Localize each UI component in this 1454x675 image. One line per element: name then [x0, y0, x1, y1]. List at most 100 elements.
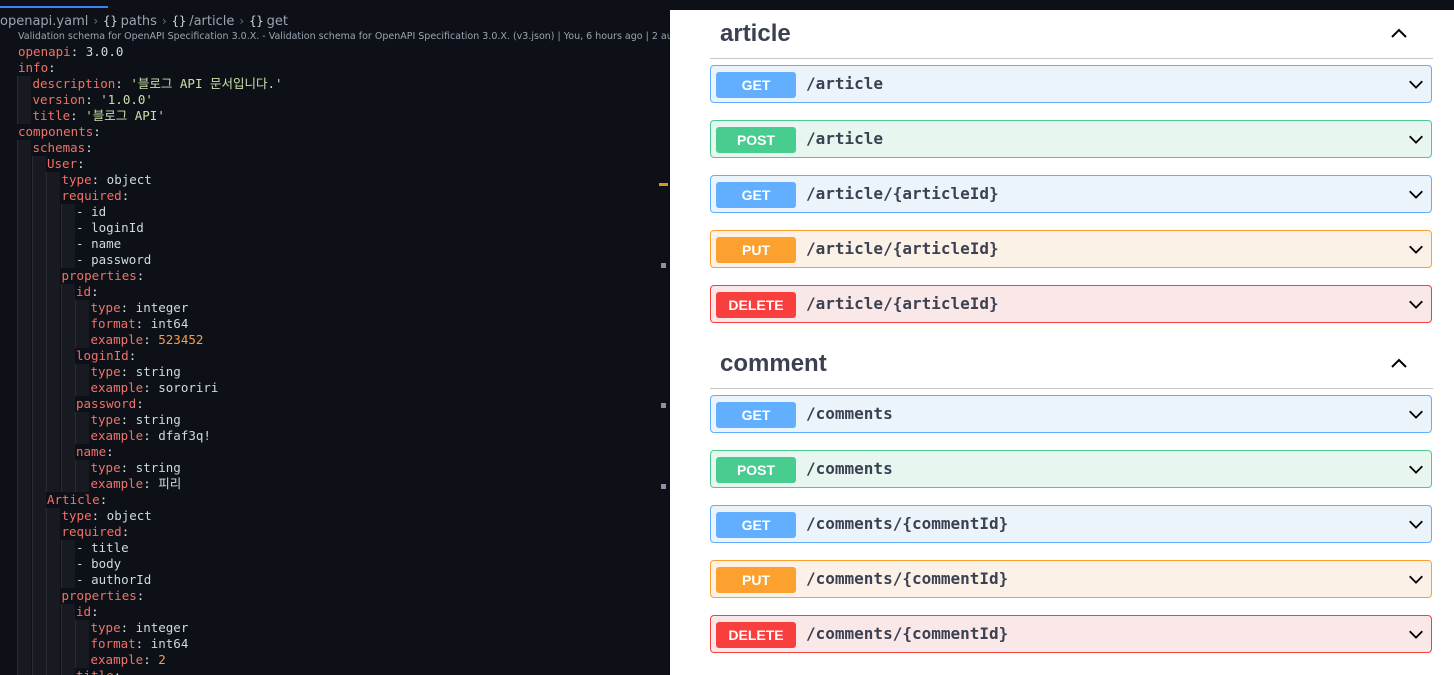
chevron-up-icon[interactable] [1389, 24, 1409, 44]
code-line: User: [0, 156, 670, 172]
chevron-down-icon[interactable] [1407, 240, 1425, 258]
indent-guide [31, 300, 46, 316]
code-text: - id [76, 204, 107, 219]
yaml-value: '블로그 API' [85, 108, 165, 123]
yaml-value: integer [135, 300, 189, 315]
indent-guide [46, 604, 60, 620]
breadcrumb-article[interactable]: /article [189, 14, 234, 29]
indent-guide [31, 652, 46, 668]
operation-put-row[interactable]: PUT/article/{articleId} [710, 230, 1432, 268]
indent-guide [31, 284, 46, 300]
chevron-down-icon[interactable] [1407, 75, 1425, 93]
chevron-up-icon[interactable] [1389, 354, 1409, 374]
yaml-key: schemas [32, 140, 86, 155]
chevron-down-icon[interactable] [1407, 405, 1425, 423]
yaml-value: object [106, 508, 152, 523]
code-text: properties: [61, 268, 145, 283]
indent-guide [17, 492, 31, 508]
indent-guide [31, 316, 46, 332]
tag-section-header-article[interactable]: article [710, 10, 1433, 59]
operation-put-row[interactable]: PUT/comments/{commentId} [710, 560, 1432, 598]
indent-guide [17, 76, 31, 92]
chevron-down-icon[interactable] [1407, 295, 1425, 313]
http-method-badge: DELETE [716, 622, 796, 648]
indent-guide [31, 668, 46, 675]
operation-path: /article [806, 74, 884, 93]
indent-guide [31, 588, 46, 604]
chevron-down-icon[interactable] [1407, 185, 1425, 203]
braces-icon: {} [249, 14, 264, 28]
indent-guide [46, 252, 60, 268]
tag-section-header-comment[interactable]: comment [710, 340, 1433, 389]
operation-get-row[interactable]: GET/comments [710, 395, 1432, 433]
indent-guide [31, 380, 46, 396]
yaml-key: type [90, 620, 121, 635]
operation-post-row[interactable]: POST/comments [710, 450, 1432, 488]
code-line: version: '1.0.0' [0, 92, 670, 108]
operation-delete-row[interactable]: DELETE/article/{articleId} [710, 285, 1432, 323]
operation-path: /article/{articleId} [806, 239, 999, 258]
http-method-badge: GET [716, 512, 796, 538]
indent-guide [31, 620, 46, 636]
indent-guide [60, 572, 75, 588]
operation-path: /comments/{commentId} [806, 514, 1009, 533]
codelens-annotation[interactable]: Validation schema for OpenAPI Specificat… [18, 31, 670, 42]
yaml-key: type [90, 460, 121, 475]
code-text: format: int64 [90, 636, 189, 651]
indent-guide [46, 476, 60, 492]
indent-guide [75, 636, 89, 652]
code-text: name: [76, 444, 114, 459]
indent-guide [31, 268, 46, 284]
chevron-down-icon[interactable] [1407, 130, 1425, 148]
chevron-down-icon[interactable] [1407, 515, 1425, 533]
code-text: User: [47, 156, 85, 171]
code-line: loginId: [0, 348, 670, 364]
indent-guide [46, 284, 60, 300]
code-text: required: [61, 524, 130, 539]
code-editor[interactable]: openapi.yaml › {} paths › {} /article › … [0, 0, 670, 675]
code-line: id: [0, 604, 670, 620]
code-line: Article: [0, 492, 670, 508]
operation-get-row[interactable]: GET/comments/{commentId} [710, 505, 1432, 543]
indent-guide [75, 476, 89, 492]
operation-post-row[interactable]: POST/article [710, 120, 1432, 158]
yaml-value: integer [135, 620, 189, 635]
yaml-value: string [135, 412, 181, 427]
chevron-down-icon[interactable] [1407, 625, 1425, 643]
yaml-value: sororiri [158, 380, 219, 395]
code-text: type: string [90, 460, 181, 475]
braces-icon: {} [103, 14, 118, 28]
indent-guide [31, 348, 46, 364]
chevron-down-icon[interactable] [1407, 460, 1425, 478]
indent-guide [17, 508, 31, 524]
code-text: type: string [90, 364, 181, 379]
code-line: type: string [0, 412, 670, 428]
code-line: id: [0, 284, 670, 300]
indent-guide [31, 428, 46, 444]
code-line: example: dfaf3q! [0, 428, 670, 444]
code-text: type: object [61, 508, 152, 523]
indent-guide [17, 300, 31, 316]
indent-guide [31, 636, 46, 652]
yaml-key: title [32, 108, 71, 123]
indent-guide [60, 652, 75, 668]
minimap-warning-marker [659, 183, 668, 186]
breadcrumb-paths[interactable]: paths [121, 14, 157, 29]
chevron-down-icon[interactable] [1407, 570, 1425, 588]
breadcrumb-file[interactable]: openapi.yaml [0, 14, 88, 29]
operation-delete-row[interactable]: DELETE/comments/{commentId} [710, 615, 1432, 653]
operation-get-row[interactable]: GET/article/{articleId} [710, 175, 1432, 213]
window-top-strip [670, 0, 1454, 10]
code-text: example: sororiri [90, 380, 219, 395]
operation-get-row[interactable]: GET/article [710, 65, 1432, 103]
code-text: title: [76, 668, 121, 675]
indent-guide [17, 620, 31, 636]
code-text: example: 523452 [90, 332, 204, 347]
code-text: - authorId [76, 572, 152, 587]
indent-guide [46, 204, 60, 220]
yaml-value: string [135, 364, 181, 379]
indent-guide [46, 188, 60, 204]
breadcrumb-get[interactable]: get [267, 14, 288, 29]
yaml-list-item: password [91, 252, 152, 267]
indent-guide [17, 332, 31, 348]
